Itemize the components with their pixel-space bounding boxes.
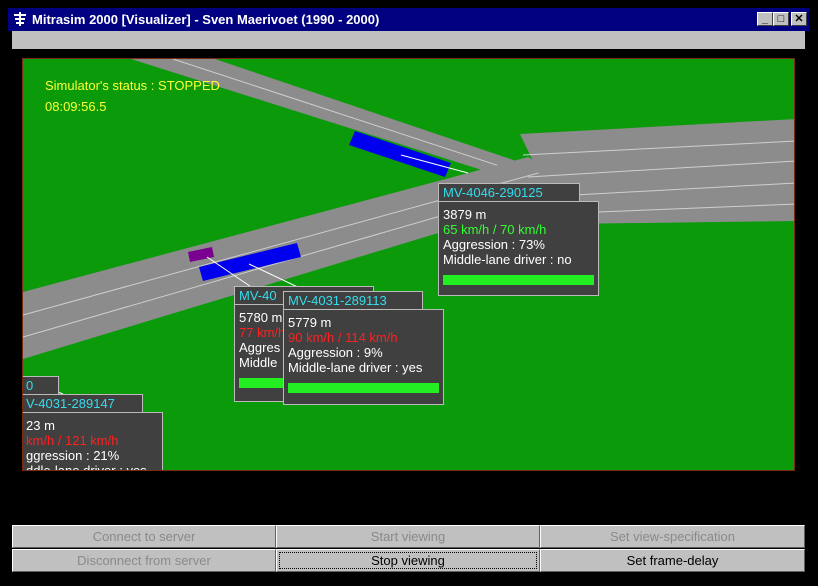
vehicle-aggression: Aggression : 9%	[288, 345, 383, 360]
traffic-field[interactable]: Simulator's status : STOPPED 08:09:56.5 …	[22, 58, 795, 471]
vehicle-middle-lane: Middle-lane driver : no	[443, 252, 572, 267]
start-viewing-button[interactable]: Start viewing	[276, 525, 540, 548]
vehicle-id-label: MV-4031-289113	[283, 291, 423, 310]
vehicle-info-box: 5779 m 90 km/h / 114 km/h Aggression : 9…	[283, 309, 444, 405]
vehicle-middle-lane: ddle-lane driver : yes	[26, 463, 147, 471]
vehicle-id-label: MV-4046-290125	[438, 183, 580, 202]
vehicle-speed: 65 km/h / 70 km/h	[443, 222, 547, 237]
connect-button[interactable]: Connect to server	[12, 525, 276, 548]
stop-viewing-button[interactable]: Stop viewing	[276, 549, 540, 572]
maximize-button[interactable]: □	[773, 12, 789, 26]
vehicle-distance: 23 m	[26, 418, 55, 433]
vehicle-info-box: 23 m km/h / 121 km/h ggression : 21% ddl…	[23, 412, 163, 471]
window-title: Mitrasim 2000 [Visualizer] - Sven Maeriv…	[32, 12, 380, 27]
minimize-button[interactable]: _	[757, 12, 773, 26]
menu-bar	[12, 31, 805, 49]
set-frame-delay-button[interactable]: Set frame-delay	[540, 549, 805, 572]
vehicle-id-label: 0	[23, 376, 59, 395]
vehicle-speed: 90 km/h / 114 km/h	[288, 330, 398, 345]
vehicle-speed: km/h / 121 km/h	[26, 433, 119, 448]
vehicle-info-box: 3879 m 65 km/h / 70 km/h Aggression : 73…	[438, 201, 599, 296]
control-panel: Connect to server Start viewing Set view…	[12, 525, 805, 573]
title-bar: Mitrasim 2000 [Visualizer] - Sven Maeriv…	[8, 8, 809, 31]
visualizer-canvas: Simulator's status : STOPPED 08:09:56.5 …	[12, 49, 805, 522]
vehicle-aggression: Aggression : 73%	[443, 237, 545, 252]
vehicle-progress-bar	[443, 275, 594, 285]
vehicle-progress-bar	[288, 383, 439, 393]
vehicle-distance: 3879 m	[443, 207, 487, 222]
vehicle-aggression: ggression : 21%	[26, 448, 120, 463]
simulator-status: Simulator's status : STOPPED	[45, 78, 220, 93]
vehicle-middle-lane: Middle-lane driver : yes	[288, 360, 423, 375]
vehicle-distance: 5779 m	[288, 315, 332, 330]
set-view-specification-button[interactable]: Set view-specification	[540, 525, 805, 548]
close-button[interactable]: ✕	[791, 12, 807, 26]
app-icon	[14, 12, 26, 26]
disconnect-button[interactable]: Disconnect from server	[12, 549, 276, 572]
simulation-clock: 08:09:56.5	[45, 99, 107, 114]
vehicle-id-label: V-4031-289147	[23, 394, 143, 413]
